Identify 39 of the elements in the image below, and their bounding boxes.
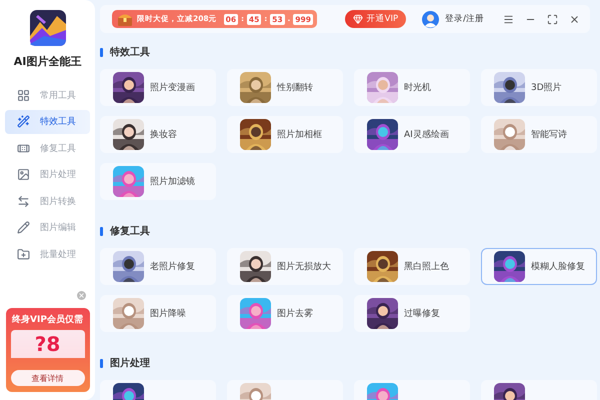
tool-card[interactable]: 图片去雾	[227, 295, 343, 332]
app-name: AI图片全能王	[14, 54, 82, 69]
pencil-icon	[17, 221, 30, 234]
promo-price: ?8	[10, 330, 84, 358]
app-logo	[30, 10, 66, 46]
tool-card[interactable]: 照片加相框	[227, 116, 343, 153]
tool-card[interactable]: 过曝修复	[354, 295, 470, 332]
tool-card[interactable]: 性别翻转	[227, 69, 343, 106]
tool-card[interactable]: 模糊人脸修复	[481, 248, 597, 285]
tool-card[interactable]: 换妆容	[100, 116, 216, 153]
promo-title: 终身VIP会员仅需	[12, 314, 83, 326]
section-marker	[100, 226, 103, 236]
tool-card[interactable]: 老照片修复	[100, 248, 216, 285]
section-marker	[100, 358, 103, 368]
swap-icon	[17, 194, 30, 208]
tool-card[interactable]: 3D照片	[481, 69, 597, 106]
sidebar-item[interactable]: 特效工具	[5, 110, 90, 134]
tool-card[interactable]: 图片无损放大	[227, 248, 343, 285]
diamond-icon	[352, 14, 363, 24]
tool-card[interactable]: 黑白照上色	[354, 248, 470, 285]
section-title: 图片处理	[110, 356, 150, 370]
section-title: 修复工具	[110, 224, 150, 238]
tool-card[interactable]: 图片降噪	[100, 295, 216, 332]
tool-card[interactable]: 照片加滤镜	[100, 163, 216, 200]
section-title: 特效工具	[110, 46, 150, 59]
grid-icon	[17, 88, 30, 102]
tool-card[interactable]: 智能写诗	[481, 116, 597, 153]
wand-icon	[17, 115, 30, 128]
login-link[interactable]: 登录/注册	[445, 13, 484, 25]
folder-plus-icon	[17, 248, 30, 260]
bandage-icon	[17, 142, 30, 154]
tool-card[interactable]: 照片变漫画	[100, 69, 216, 106]
tool-card[interactable]: AI灵感绘画	[354, 116, 470, 153]
vip-promo-card[interactable]: 终身VIP会员仅需 ?8 查看详情	[6, 308, 90, 392]
user-avatar[interactable]	[422, 10, 440, 28]
tool-card[interactable]: 时光机	[354, 69, 470, 106]
section-marker	[100, 48, 103, 56]
details-button[interactable]: 查看详情	[10, 370, 84, 386]
image-icon	[17, 168, 30, 181]
